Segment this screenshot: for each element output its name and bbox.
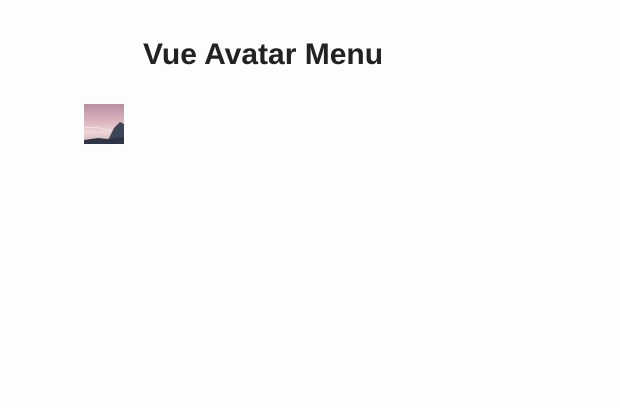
avatar-image-icon [84,104,124,144]
page-title: Vue Avatar Menu [143,38,384,71]
avatar-menu-trigger[interactable] [84,104,124,144]
page: Vue Avatar Menu [0,0,620,408]
